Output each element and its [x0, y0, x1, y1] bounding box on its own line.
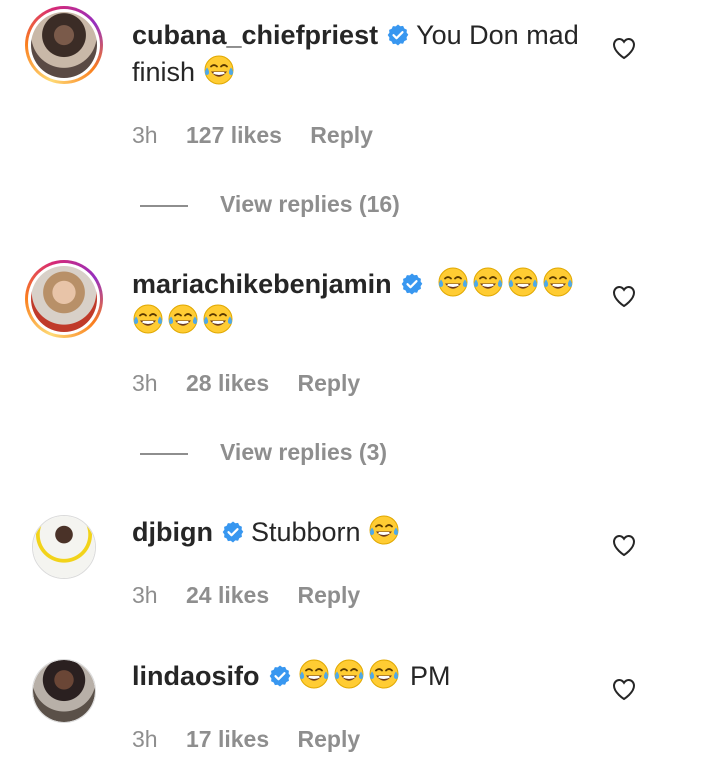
laughing-emoji-icon [472, 266, 504, 298]
reply-button[interactable]: Reply [298, 370, 361, 396]
timestamp: 3h [132, 370, 158, 396]
reply-button[interactable]: Reply [298, 582, 361, 608]
like-heart-icon[interactable] [611, 533, 637, 557]
comment-meta: 3h 127 likes Reply [132, 122, 395, 149]
laughing-emoji-icon [167, 303, 199, 335]
laughing-emoji-icon [437, 266, 469, 298]
comment-meta: 3h 24 likes Reply [132, 582, 382, 609]
replies-divider [140, 452, 188, 455]
likes-count[interactable]: 24 likes [186, 582, 269, 608]
avatar[interactable] [25, 6, 103, 84]
verified-badge-icon [386, 23, 410, 47]
avatar[interactable] [25, 260, 103, 338]
laughing-emoji-icon [203, 54, 235, 86]
laughing-emoji-icon [368, 514, 400, 546]
laughing-emoji-icon [542, 266, 574, 298]
comment-meta: 3h 17 likes Reply [132, 726, 382, 753]
username[interactable]: lindaosifo [132, 661, 260, 691]
view-replies-label: View replies (16) [220, 191, 400, 217]
timestamp: 3h [132, 122, 158, 148]
comment-body: djbign Stubborn [132, 514, 592, 551]
laughing-emoji-icon [507, 266, 539, 298]
verified-badge-icon [268, 664, 292, 688]
laughing-emoji-icon [333, 658, 365, 690]
likes-count[interactable]: 127 likes [186, 122, 282, 148]
username[interactable]: mariachikebenjamin [132, 269, 392, 299]
comment-body: lindaosifo PM [132, 658, 592, 695]
like-heart-icon[interactable] [611, 36, 637, 60]
username[interactable]: cubana_chiefpriest [132, 20, 378, 50]
comment-body: mariachikebenjamin [132, 266, 592, 340]
laughing-emoji-icon [298, 658, 330, 690]
comment-text: Stubborn [250, 517, 361, 547]
laughing-emoji-icon [202, 303, 234, 335]
timestamp: 3h [132, 582, 158, 608]
likes-count[interactable]: 17 likes [186, 726, 269, 752]
verified-badge-icon [221, 520, 245, 544]
avatar[interactable] [32, 659, 96, 723]
likes-count[interactable]: 28 likes [186, 370, 269, 396]
reply-button[interactable]: Reply [310, 122, 373, 148]
laughing-emoji-icon [132, 303, 164, 335]
comment-text: PM [410, 661, 451, 691]
timestamp: 3h [132, 726, 158, 752]
replies-divider [140, 204, 188, 207]
comment-body: cubana_chiefpriest You Don mad finish [132, 17, 592, 91]
comment-meta: 3h 28 likes Reply [132, 370, 382, 397]
view-replies-label: View replies (3) [220, 439, 388, 465]
laughing-emoji-icon [368, 658, 400, 690]
reply-button[interactable]: Reply [298, 726, 361, 752]
view-replies-button[interactable]: View replies (16) [140, 191, 400, 218]
view-replies-button[interactable]: View replies (3) [140, 439, 387, 466]
verified-badge-icon [400, 272, 424, 296]
avatar[interactable] [32, 515, 96, 579]
like-heart-icon[interactable] [611, 677, 637, 701]
username[interactable]: djbign [132, 517, 213, 547]
like-heart-icon[interactable] [611, 284, 637, 308]
